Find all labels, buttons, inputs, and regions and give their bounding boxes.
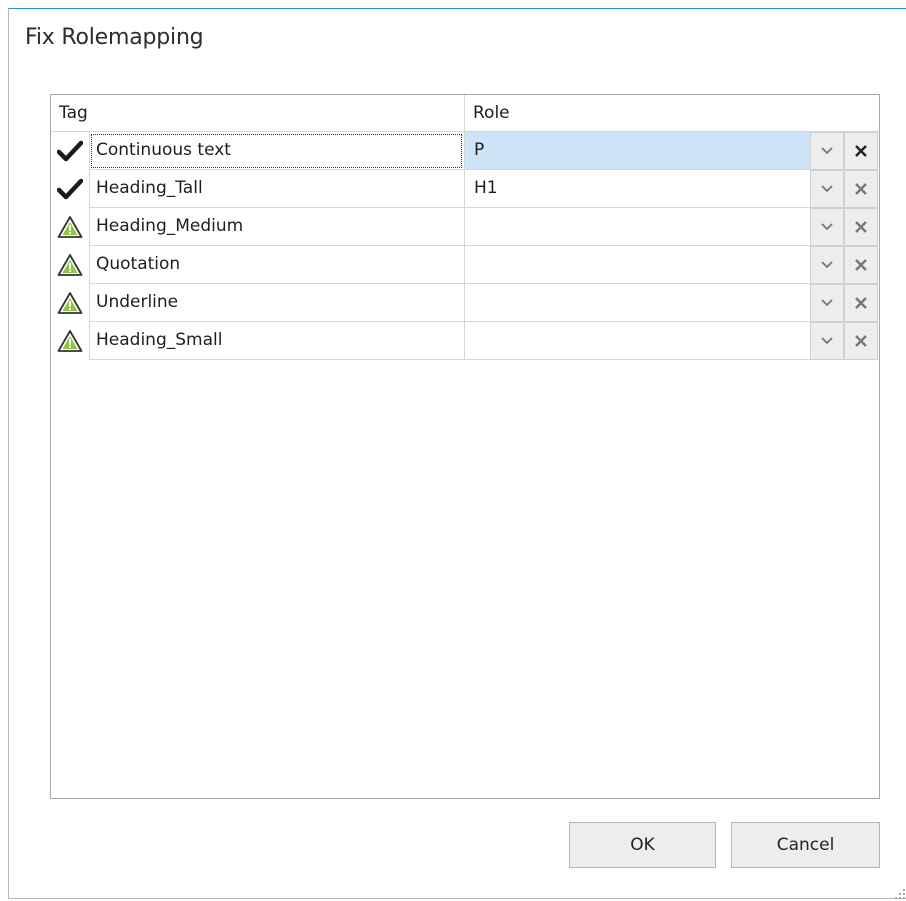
rolemapping-grid[interactable]: Tag Role Continuous text P Heading_Tall H1 H… — [50, 94, 880, 799]
tag-cell[interactable]: Heading_Medium — [89, 208, 464, 246]
column-header-role[interactable]: Role — [473, 103, 510, 123]
role-cell[interactable] — [464, 208, 810, 246]
cancel-button[interactable]: Cancel — [731, 822, 880, 868]
ok-button[interactable]: OK — [569, 822, 716, 868]
table-row[interactable]: Heading_Small — [51, 322, 879, 360]
close-icon[interactable] — [844, 132, 878, 170]
warning-icon — [51, 284, 89, 322]
tag-cell[interactable]: Underline — [89, 284, 464, 322]
checkmark-icon — [51, 132, 89, 170]
close-icon[interactable] — [844, 246, 878, 284]
tag-cell[interactable]: Heading_Tall — [89, 170, 464, 208]
chevron-down-icon[interactable] — [810, 284, 844, 322]
tag-cell[interactable]: Heading_Small — [89, 322, 464, 360]
warning-icon — [51, 322, 89, 360]
chevron-down-icon[interactable] — [810, 322, 844, 360]
dialog-title: Fix Rolemapping — [25, 25, 204, 50]
close-icon[interactable] — [844, 284, 878, 322]
column-divider — [464, 95, 465, 131]
tag-cell[interactable]: Continuous text — [89, 132, 464, 170]
role-cell[interactable] — [464, 322, 810, 360]
close-icon[interactable] — [844, 170, 878, 208]
close-icon[interactable] — [844, 322, 878, 360]
warning-icon — [51, 208, 89, 246]
table-row[interactable]: Underline — [51, 284, 879, 322]
warning-icon — [51, 246, 89, 284]
close-icon[interactable] — [844, 208, 878, 246]
table-row[interactable]: Heading_Medium — [51, 208, 879, 246]
chevron-down-icon[interactable] — [810, 132, 844, 170]
fix-rolemapping-dialog: Fix Rolemapping Tag Role Continuous text… — [8, 8, 906, 899]
chevron-down-icon[interactable] — [810, 170, 844, 208]
grid-header: Tag Role — [51, 95, 879, 132]
column-header-tag[interactable]: Tag — [59, 103, 88, 123]
table-row[interactable]: Heading_Tall H1 — [51, 170, 879, 208]
checkmark-icon — [51, 170, 89, 208]
role-cell[interactable]: P — [464, 132, 810, 170]
role-cell[interactable] — [464, 246, 810, 284]
role-cell[interactable] — [464, 284, 810, 322]
chevron-down-icon[interactable] — [810, 208, 844, 246]
tag-cell[interactable]: Quotation — [89, 246, 464, 284]
chevron-down-icon[interactable] — [810, 246, 844, 284]
table-row[interactable]: Continuous text P — [51, 132, 879, 170]
resize-grip-icon[interactable] — [894, 888, 906, 900]
table-row[interactable]: Quotation — [51, 246, 879, 284]
role-cell[interactable]: H1 — [464, 170, 810, 208]
